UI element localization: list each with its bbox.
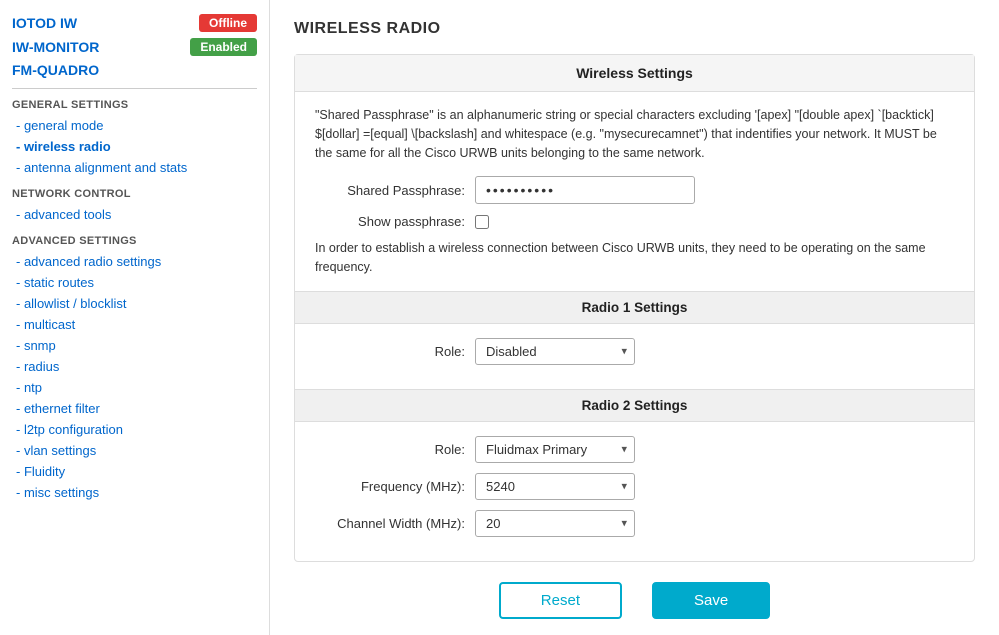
sidebar-item-allowlist-blocklist[interactable]: - allowlist / blocklist (12, 293, 257, 314)
section-label-advanced: Advanced Settings (12, 235, 257, 247)
sidebar-item-snmp[interactable]: - snmp (12, 335, 257, 356)
action-buttons: Reset Save (294, 562, 975, 627)
page-title: WIRELESS RADIO (294, 20, 975, 38)
radio2-channel-width-select-wrapper: 20 40 80 ▾ (475, 510, 635, 537)
radio2-frequency-label: Frequency (MHz): (315, 479, 475, 494)
radio2-role-select[interactable]: Disabled Fluidmax Primary Fluidmax Secon… (475, 436, 635, 463)
sidebar-item-antenna-alignment[interactable]: - antenna alignment and stats (12, 157, 257, 178)
sidebar-item-static-routes[interactable]: - static routes (12, 272, 257, 293)
radio1-role-select-wrapper: Disabled Fluidmax Primary Fluidmax Secon… (475, 338, 635, 365)
sidebar-item-general-mode[interactable]: - general mode (12, 115, 257, 136)
radio2-body: Role: Disabled Fluidmax Primary Fluidmax… (295, 422, 974, 561)
radio1-header: Radio 1 Settings (295, 291, 974, 324)
radio2-role-select-wrapper: Disabled Fluidmax Primary Fluidmax Secon… (475, 436, 635, 463)
wireless-info-text: "Shared Passphrase" is an alphanumeric s… (315, 106, 954, 162)
radio2-frequency-select[interactable]: 5180 5200 5220 5240 5260 5280 5300 (475, 473, 635, 500)
main-content: WIRELESS RADIO Wireless Settings "Shared… (270, 0, 999, 635)
radio1-body: Role: Disabled Fluidmax Primary Fluidmax… (295, 324, 974, 389)
radio2-role-label: Role: (315, 442, 475, 457)
section-label-network: Network Control (12, 188, 257, 200)
radio2-role-row: Role: Disabled Fluidmax Primary Fluidmax… (315, 436, 954, 463)
device-badge-iotod: Offline (199, 14, 257, 32)
radio2-channel-width-row: Channel Width (MHz): 20 40 80 ▾ (315, 510, 954, 537)
show-passphrase-label: Show passphrase: (315, 214, 475, 229)
wireless-settings-card: Wireless Settings "Shared Passphrase" is… (294, 54, 975, 562)
sidebar-item-multicast[interactable]: - multicast (12, 314, 257, 335)
wireless-settings-header: Wireless Settings (295, 55, 974, 92)
sidebar-item-l2tp-configuration[interactable]: - l2tp configuration (12, 419, 257, 440)
radio2-header: Radio 2 Settings (295, 389, 974, 422)
sidebar-item-radius[interactable]: - radius (12, 356, 257, 377)
device-item-fmquadro: FM-QUADRO (12, 62, 257, 78)
section-label-general: General Settings (12, 99, 257, 111)
sidebar: IOTOD IW Offline IW-MONITOR Enabled FM-Q… (0, 0, 270, 635)
sidebar-item-wireless-radio[interactable]: - wireless radio (12, 136, 257, 157)
radio2-frequency-select-wrapper: 5180 5200 5220 5240 5260 5280 5300 ▾ (475, 473, 635, 500)
device-badge-iwmonitor: Enabled (190, 38, 257, 56)
radio2-channel-width-label: Channel Width (MHz): (315, 516, 475, 531)
same-freq-text: In order to establish a wireless connect… (315, 239, 954, 277)
show-passphrase-row: Show passphrase: (315, 214, 954, 229)
radio2-frequency-row: Frequency (MHz): 5180 5200 5220 5240 526… (315, 473, 954, 500)
sidebar-item-advanced-tools[interactable]: - advanced tools (12, 204, 257, 225)
show-passphrase-checkbox[interactable] (475, 215, 489, 229)
sidebar-item-advanced-radio-settings[interactable]: - advanced radio settings (12, 251, 257, 272)
radio2-channel-width-select[interactable]: 20 40 80 (475, 510, 635, 537)
radio1-role-label: Role: (315, 344, 475, 359)
device-item-iwmonitor: IW-MONITOR Enabled (12, 38, 257, 56)
wireless-settings-body: "Shared Passphrase" is an alphanumeric s… (295, 92, 974, 291)
device-name-iotod[interactable]: IOTOD IW (12, 15, 199, 31)
reset-button[interactable]: Reset (499, 582, 622, 619)
sidebar-item-ethernet-filter[interactable]: - ethernet filter (12, 398, 257, 419)
radio1-role-select[interactable]: Disabled Fluidmax Primary Fluidmax Secon… (475, 338, 635, 365)
device-name-iwmonitor[interactable]: IW-MONITOR (12, 39, 190, 55)
radio1-role-row: Role: Disabled Fluidmax Primary Fluidmax… (315, 338, 954, 365)
sidebar-item-misc-settings[interactable]: - misc settings (12, 482, 257, 503)
passphrase-row: Shared Passphrase: (315, 176, 954, 204)
device-name-fmquadro[interactable]: FM-QUADRO (12, 62, 257, 78)
passphrase-label: Shared Passphrase: (315, 183, 475, 198)
sidebar-item-ntp[interactable]: - ntp (12, 377, 257, 398)
sidebar-item-fluidity[interactable]: - Fluidity (12, 461, 257, 482)
sidebar-item-vlan-settings[interactable]: - vlan settings (12, 440, 257, 461)
device-item-iotod: IOTOD IW Offline (12, 14, 257, 32)
save-button[interactable]: Save (652, 582, 770, 619)
passphrase-input[interactable] (475, 176, 695, 204)
sidebar-divider-1 (12, 88, 257, 89)
